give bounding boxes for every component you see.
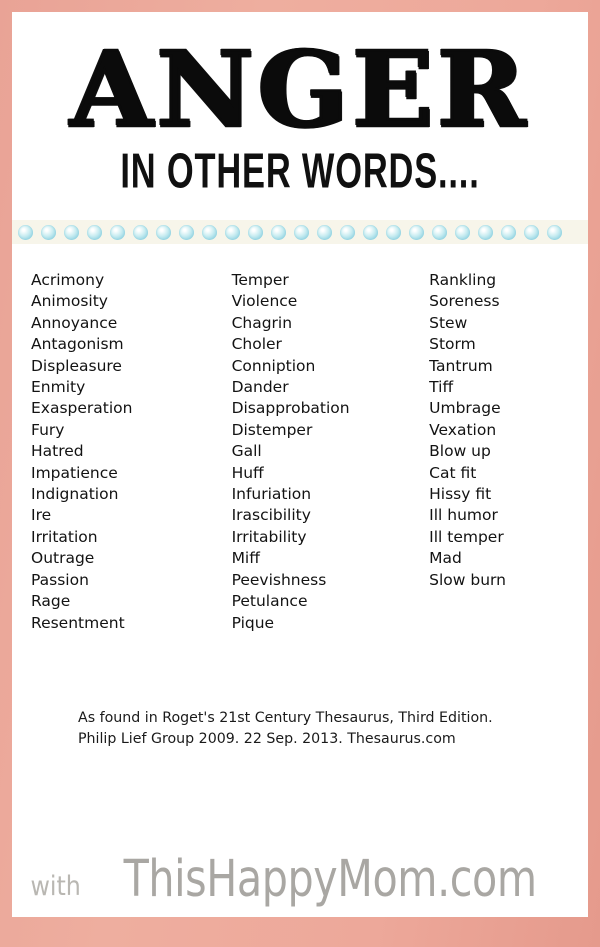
word-item: Irritation: [31, 527, 98, 546]
poster-card: ANGER IN OTHER WORDS.... Acrimony Animosi…: [12, 12, 588, 917]
word-item: Miff: [231, 549, 260, 568]
word-item: Rage: [31, 592, 71, 611]
page-title: ANGER: [69, 28, 530, 151]
divider-dot-icon: [202, 224, 217, 240]
word-item: Infuriation: [231, 485, 312, 504]
word-item: Dander: [231, 378, 289, 397]
divider-dot-icon: [156, 224, 171, 240]
source-attribution: As found in Roget's 21st Century Thesaur…: [78, 710, 493, 747]
word-item: Annoyance: [31, 313, 118, 332]
word-column-1: Acrimony Animosity Annoyance Antagonism Disp…: [31, 270, 232, 634]
divider-dot-icon: [248, 224, 263, 240]
divider-dot-icon: [225, 224, 240, 240]
footer-brand-name: ThisHappyMom.com: [123, 849, 537, 909]
divider-dot-icon: [271, 224, 286, 240]
word-item: Slow burn: [429, 570, 506, 589]
footer-branding: with ThisHappyMom.com: [12, 849, 588, 909]
divider-dot-row: [12, 224, 562, 240]
word-item: Hatred: [31, 442, 84, 461]
word-item: Distemper: [231, 420, 313, 439]
word-item: Mad: [429, 549, 462, 568]
word-item: Enmity: [31, 378, 86, 397]
word-column-3: Rankling Soreness Stew Storm Tantrum Tiff Umbr…: [429, 270, 588, 634]
footer-prefix: with: [30, 871, 82, 902]
word-item: Tiff: [429, 378, 454, 397]
word-item: Hissy fit: [429, 485, 492, 504]
divider-dot-icon: [524, 224, 539, 240]
word-item: Irascibility: [231, 506, 311, 525]
divider-dot-icon: [18, 224, 33, 240]
divider-dot-icon: [501, 224, 516, 240]
word-item: Animosity: [31, 292, 108, 311]
word-item: Tantrum: [429, 356, 493, 375]
divider-dot-icon: [455, 224, 470, 240]
poster-header: ANGER IN OTHER WORDS....: [12, 12, 588, 194]
decorative-divider: [12, 220, 588, 244]
word-item: Ill temper: [429, 527, 504, 546]
divider-dot-icon: [64, 224, 79, 240]
word-item: Rankling: [429, 271, 497, 289]
divider-dot-icon: [317, 224, 332, 240]
word-item: Displeasure: [31, 356, 122, 375]
word-item: Indignation: [31, 485, 119, 504]
word-item: Fury: [31, 420, 65, 439]
word-item: Temper: [231, 271, 289, 289]
divider-dot-icon: [432, 224, 447, 240]
word-item: Choler: [231, 335, 282, 354]
word-item: Storm: [429, 335, 476, 354]
word-item: Blow up: [429, 442, 491, 461]
page-subtitle: IN OTHER WORDS....: [120, 142, 480, 198]
word-item: Impatience: [31, 463, 118, 482]
word-item: Antagonism: [31, 335, 124, 354]
word-item: Peevishness: [231, 570, 327, 589]
word-item: Vexation: [429, 420, 497, 439]
word-column-2: Temper Violence Chagrin Choler Conniption Dan…: [232, 270, 430, 634]
word-item: Umbrage: [429, 399, 501, 418]
word-item: Violence: [231, 292, 298, 311]
word-item: Acrimony: [31, 271, 105, 289]
word-item: Gall: [231, 442, 262, 461]
word-item: Huff: [231, 463, 264, 482]
word-item: Resentment: [31, 613, 125, 632]
word-item: Petulance: [231, 592, 308, 611]
poster: ANGER IN OTHER WORDS.... Acrimony Animosi…: [0, 0, 600, 947]
word-item: Exasperation: [31, 399, 133, 418]
divider-dot-icon: [41, 224, 56, 240]
word-item: Passion: [31, 570, 89, 589]
divider-dot-icon: [87, 224, 102, 240]
word-item: Stew: [429, 313, 468, 332]
word-item: Conniption: [231, 356, 316, 375]
divider-dot-icon: [547, 224, 562, 240]
divider-dot-icon: [409, 224, 424, 240]
divider-dot-icon: [110, 224, 125, 240]
divider-dot-icon: [294, 224, 309, 240]
word-item: Outrage: [31, 549, 95, 568]
word-item: Irritability: [231, 527, 307, 546]
word-item: Ire: [31, 506, 52, 525]
word-item: Ill humor: [429, 506, 498, 525]
word-item: Disapprobation: [231, 399, 350, 418]
divider-dot-icon: [363, 224, 378, 240]
word-list: Acrimony Animosity Annoyance Antagonism Disp…: [12, 270, 588, 634]
divider-dot-icon: [386, 224, 401, 240]
divider-dot-icon: [179, 224, 194, 240]
divider-dot-icon: [478, 224, 493, 240]
word-item: Soreness: [429, 292, 500, 311]
divider-dot-icon: [133, 224, 148, 240]
divider-dot-icon: [340, 224, 355, 240]
word-item: Cat fit: [429, 463, 477, 482]
word-item: Pique: [231, 613, 275, 632]
word-item: Chagrin: [231, 313, 293, 332]
